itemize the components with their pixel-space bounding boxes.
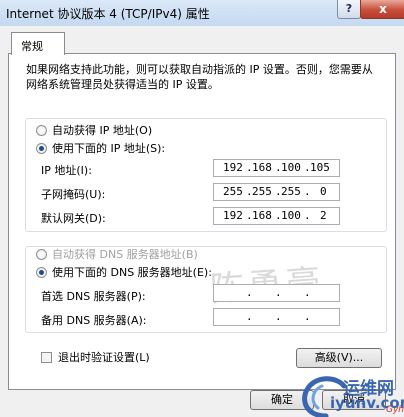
dot-separator: . — [246, 310, 253, 323]
manual-ip-label: 使用下面的 IP 地址(S): — [52, 142, 166, 155]
manual-ip-radio[interactable]: 使用下面的 IP 地址(S): — [36, 140, 165, 156]
window-title: Internet 协议版本 4 (TCP/IPv4) 属性 — [6, 7, 210, 21]
help-button[interactable]: ? — [337, 0, 361, 19]
octet: 255 — [223, 185, 243, 198]
dot-separator: . — [304, 209, 311, 222]
subnet-mask-label: 子网掩码(U): — [41, 188, 106, 201]
advanced-button[interactable]: 高级(V)... — [296, 348, 382, 368]
octet: 0 — [320, 185, 327, 198]
preferred-dns-label: 首选 DNS 服务器(P): — [41, 290, 146, 303]
default-gateway-label: 默认网关(D): — [41, 212, 106, 225]
octet: 100 — [281, 161, 301, 174]
default-gateway-field[interactable]: 192 . 168 . 100 . 2 — [213, 207, 340, 225]
alternate-dns-field[interactable]: . . . — [213, 308, 340, 326]
radio-dot-icon — [36, 248, 47, 260]
title-bar: Internet 协议版本 4 (TCP/IPv4) 属性 ? x — [0, 0, 404, 26]
site-logo-tag: Gyh — [386, 405, 404, 415]
octet: 168 — [252, 209, 272, 222]
octet: 105 — [310, 161, 330, 174]
radio-dot-icon — [36, 124, 47, 136]
octet: 168 — [252, 161, 272, 174]
watermark: 陈勇豪 — [208, 254, 326, 311]
octet: 2 — [320, 209, 327, 222]
manual-dns-radio[interactable]: 使用下面的 DNS 服务器地址(E): — [36, 264, 212, 280]
dot-separator: . — [304, 286, 311, 299]
radio-selected-icon — [36, 142, 47, 154]
close-button[interactable]: x — [360, 0, 404, 19]
subnet-mask-field[interactable]: 255 . 255 . 255 . 0 — [213, 183, 340, 201]
tab-general[interactable]: 常规 — [11, 32, 65, 55]
octet: 192 — [223, 161, 243, 174]
octet: 255 — [252, 185, 272, 198]
auto-dns-label: 自动获得 DNS 服务器地址(B) — [52, 248, 198, 261]
auto-ip-label: 自动获得 IP 地址(O) — [52, 124, 153, 137]
octet: 255 — [281, 185, 301, 198]
dot-separator: . — [275, 310, 282, 323]
radio-selected-icon — [36, 266, 47, 278]
checkbox-icon — [41, 351, 52, 363]
octet: 192 — [223, 209, 243, 222]
manual-dns-label: 使用下面的 DNS 服务器地址(E): — [52, 266, 212, 279]
tab-general-label: 常规 — [21, 40, 43, 53]
ip-address-label: IP 地址(I): — [41, 164, 92, 177]
validate-on-exit-checkbox[interactable]: 退出时验证设置(L) — [41, 349, 150, 365]
validate-on-exit-label: 退出时验证设置(L) — [58, 351, 150, 364]
dot-separator: . — [275, 286, 282, 299]
auto-dns-radio[interactable]: 自动获得 DNS 服务器地址(B) — [36, 246, 198, 262]
intro-text: 如果网络支持此功能，则可以获取自动指派的 IP 设置。否则，您需要从网络系统管理… — [26, 63, 373, 91]
dot-separator: . — [304, 310, 311, 323]
octet: 100 — [281, 209, 301, 222]
alternate-dns-label: 备用 DNS 服务器(A): — [41, 314, 147, 327]
dot-separator: . — [246, 286, 253, 299]
preferred-dns-field[interactable]: . . . — [213, 284, 340, 302]
ip-address-field[interactable]: 192 . 168 . 100 . 105 — [213, 159, 340, 177]
auto-ip-radio[interactable]: 自动获得 IP 地址(O) — [36, 122, 152, 138]
dot-separator: . — [304, 185, 311, 198]
